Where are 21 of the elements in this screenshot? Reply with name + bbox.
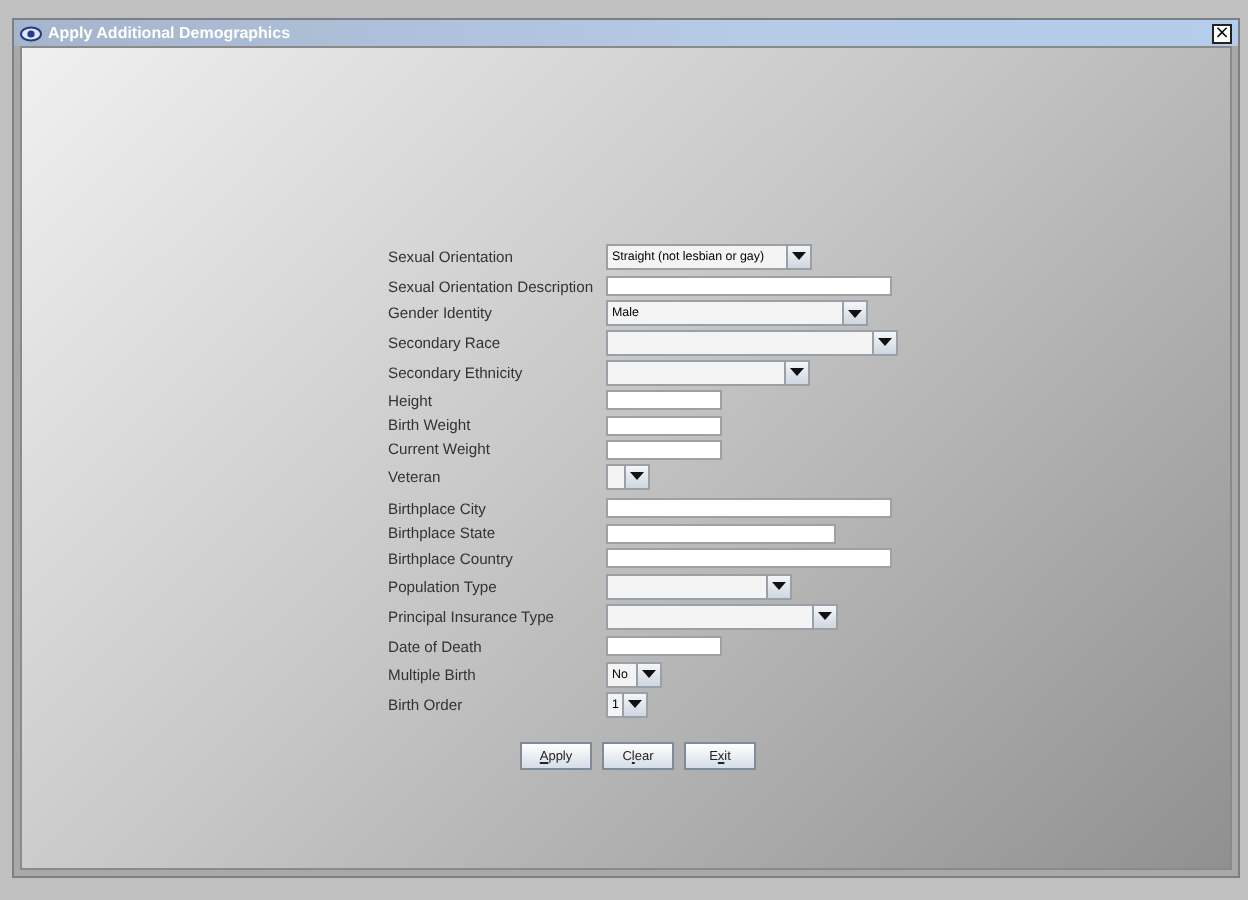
input-field[interactable] (606, 548, 892, 568)
input-field[interactable] (606, 636, 722, 656)
dropdown-arrow-icon (790, 368, 804, 376)
dropdown-arrow-icon (878, 338, 892, 346)
dropdown[interactable] (606, 463, 650, 489)
input-field[interactable] (606, 439, 722, 459)
dropdown-arrow-icon (628, 700, 642, 708)
input-field[interactable] (606, 390, 722, 410)
dropdown-arrow-icon (792, 252, 806, 260)
dropdown-arrow-icon (642, 670, 656, 678)
dropdown-arrow-icon (630, 472, 644, 480)
dropdown-arrow-icon (848, 309, 862, 317)
dropdown-arrow-icon (818, 612, 832, 620)
input-field[interactable] (606, 276, 892, 296)
window-title: Apply Additional Demographics (48, 24, 293, 42)
eye-icon (20, 25, 42, 41)
input-field[interactable] (606, 415, 722, 435)
close-button[interactable]: × (1212, 23, 1232, 43)
input-field[interactable] (606, 523, 836, 543)
dropdown-arrow-icon (772, 582, 786, 590)
input-field[interactable] (606, 498, 892, 518)
